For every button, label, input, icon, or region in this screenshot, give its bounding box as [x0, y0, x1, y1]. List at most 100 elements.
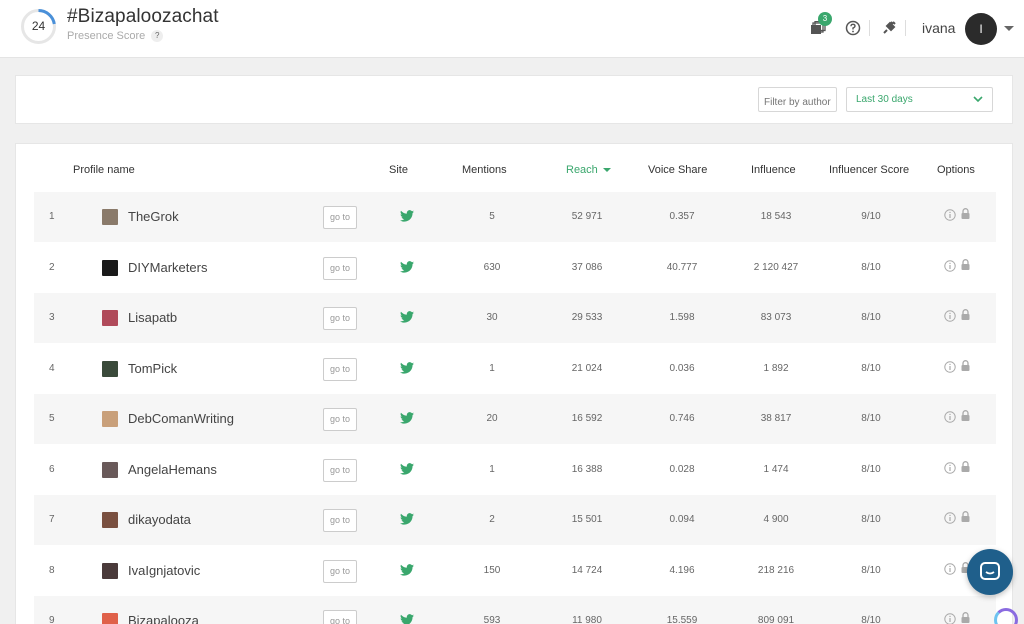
mentions-value: 5	[489, 211, 495, 222]
twitter-icon[interactable]	[400, 260, 414, 273]
info-icon[interactable]	[944, 613, 956, 624]
column-mentions[interactable]: Mentions	[462, 164, 507, 176]
profile-avatar[interactable]	[102, 411, 118, 427]
info-icon[interactable]	[944, 512, 956, 524]
profile-name[interactable]: dikayodata	[128, 512, 191, 527]
twitter-icon[interactable]	[400, 361, 414, 374]
go-to-button[interactable]: go to	[323, 307, 357, 330]
column-influencer-score[interactable]: Influencer Score	[829, 164, 909, 176]
profile-name[interactable]: DebComanWriting	[128, 411, 234, 426]
lock-icon[interactable]	[961, 208, 970, 219]
lock-icon[interactable]	[961, 460, 970, 472]
twitter-icon[interactable]	[400, 462, 414, 475]
lock-icon[interactable]	[961, 612, 970, 623]
chevron-down-icon[interactable]	[1004, 26, 1014, 31]
table-row: 8 IvaIgnjatovic go to 150 14 724 4.196 218 216…	[34, 546, 996, 596]
go-to-button[interactable]: go to	[323, 256, 357, 280]
go-to-button[interactable]: go to	[323, 610, 357, 624]
filter-by-author-input[interactable]	[758, 87, 837, 112]
profile-name[interactable]: Lisapatb	[128, 310, 177, 325]
influence-value: 809 091	[757, 615, 795, 624]
profile-avatar[interactable]	[102, 209, 118, 225]
lock-icon[interactable]	[961, 258, 970, 270]
column-influence[interactable]: Influence	[751, 164, 796, 176]
profile-avatar[interactable]	[102, 310, 118, 326]
column-voice-share[interactable]: Voice Share	[648, 164, 707, 176]
help-icon[interactable]	[843, 18, 863, 38]
profile-name[interactable]: AngelaHemans	[128, 462, 217, 477]
influencer-score-value: 8/10	[861, 615, 881, 624]
page-title: #Bizapaloozachat	[67, 6, 219, 27]
column-profile-name[interactable]: Profile name	[73, 164, 135, 176]
lock-icon[interactable]	[961, 511, 970, 522]
profile-avatar[interactable]	[102, 512, 118, 528]
profile-name[interactable]: DIYMarketers	[128, 260, 207, 275]
profile-name[interactable]: TheGrok	[128, 209, 179, 224]
twitter-icon[interactable]	[400, 412, 414, 424]
column-site[interactable]: Site	[389, 164, 408, 176]
twitter-icon[interactable]	[400, 563, 414, 576]
voice-share-value: 4.196	[669, 564, 695, 576]
table-row: 2 DIYMarketers go to 630 37 086 40.777 2 120 4…	[34, 243, 996, 293]
mentions-value: 630	[483, 261, 501, 273]
info-icon[interactable]	[944, 411, 956, 423]
twitter-icon[interactable]	[400, 210, 414, 222]
lock-icon[interactable]	[961, 309, 970, 320]
voice-share-value: 0.036	[669, 362, 695, 374]
go-to-button[interactable]: go to	[323, 559, 357, 583]
go-to-button[interactable]: go to	[323, 206, 357, 229]
info-icon[interactable]	[944, 461, 956, 474]
profile-avatar[interactable]	[102, 461, 118, 478]
influencer-score-value: 8/10	[861, 312, 881, 323]
reach-value: 52 971	[571, 211, 603, 222]
profile-avatar[interactable]	[102, 562, 118, 579]
reach-value: 15 501	[571, 514, 603, 525]
go-to-button[interactable]: go to	[323, 509, 357, 532]
go-to-button[interactable]: go to	[323, 408, 357, 431]
presence-score-value: 24	[31, 19, 46, 33]
lock-icon[interactable]	[961, 359, 970, 371]
user-avatar[interactable]: I	[965, 13, 997, 45]
profile-name[interactable]: Bizapalooza	[128, 613, 199, 624]
influence-value: 2 120 427	[753, 261, 799, 273]
influencer-score-value: 8/10	[861, 514, 881, 525]
mentions-value: 1	[489, 362, 495, 374]
date-range-select[interactable]: Last 30 days	[846, 87, 993, 112]
lock-icon[interactable]	[961, 410, 970, 421]
profile-name[interactable]: IvaIgnjatovic	[128, 563, 200, 578]
info-icon[interactable]	[944, 310, 956, 322]
help-question-icon[interactable]: ?	[151, 30, 164, 43]
top-bar: 24 #Bizapaloozachat Presence Score? 3 iv…	[0, 0, 1024, 58]
table-row: 7 dikayodata go to 2 15 501 0.094 4 900 8/10	[34, 495, 996, 545]
chat-launcher-button[interactable]	[967, 549, 1013, 595]
twitter-icon[interactable]	[400, 311, 414, 323]
voice-share-value: 0.094	[669, 514, 695, 525]
twitter-icon[interactable]	[400, 614, 414, 624]
profile-avatar[interactable]	[102, 259, 118, 276]
profile-avatar[interactable]	[102, 360, 118, 377]
go-to-button[interactable]: go to	[323, 458, 357, 482]
mentions-value: 2	[489, 514, 495, 525]
username[interactable]: ivana	[922, 20, 955, 36]
column-reach[interactable]: Reach	[566, 164, 611, 176]
info-icon[interactable]	[944, 360, 956, 373]
row-rank: 5	[49, 413, 55, 424]
reach-value: 21 024	[571, 362, 603, 374]
info-icon[interactable]	[944, 209, 956, 221]
plugin-icon[interactable]	[879, 18, 899, 38]
profile-name[interactable]: TomPick	[128, 361, 177, 376]
sort-desc-icon	[602, 168, 611, 173]
info-icon[interactable]	[944, 562, 956, 575]
twitter-icon[interactable]	[400, 513, 414, 525]
presence-score-text: Presence Score	[67, 30, 146, 42]
row-rank: 4	[49, 362, 55, 374]
row-rank: 7	[49, 514, 55, 525]
mentions-value: 1	[489, 463, 495, 475]
row-rank: 8	[49, 564, 55, 576]
go-to-button[interactable]: go to	[323, 357, 357, 381]
column-reach-label: Reach	[566, 164, 598, 176]
chat-icon	[980, 562, 1000, 580]
profile-avatar[interactable]	[102, 613, 118, 624]
info-icon[interactable]	[944, 259, 956, 272]
influence-value: 4 900	[763, 514, 789, 525]
